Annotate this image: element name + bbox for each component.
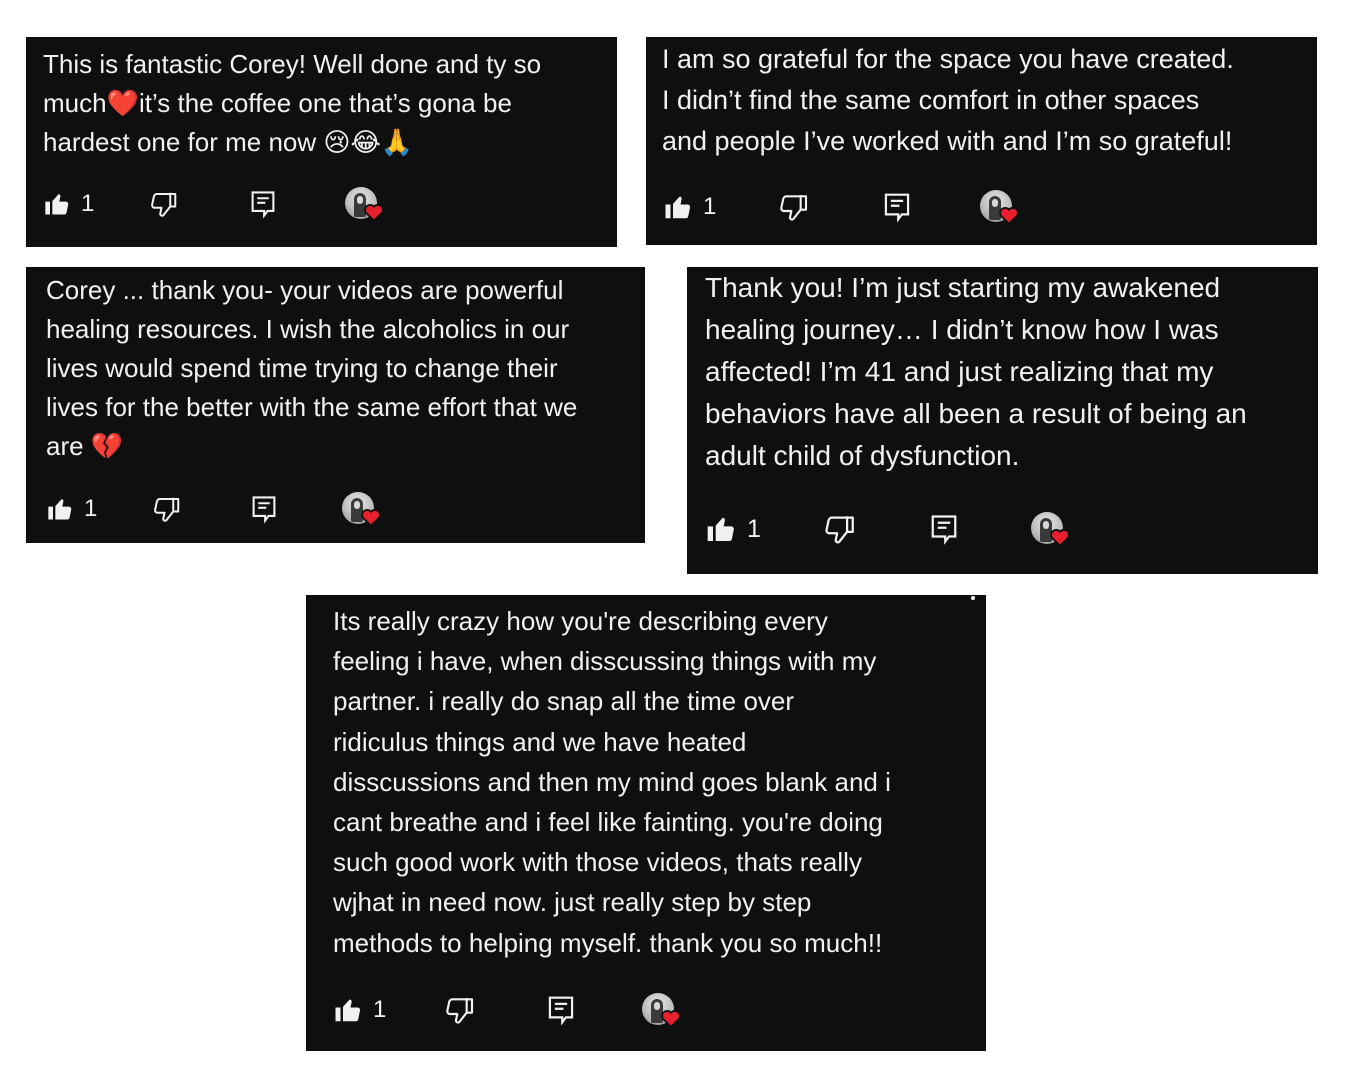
like-count: 1	[81, 190, 95, 217]
comment-line: behaviors have all been a result of bein…	[705, 398, 1247, 429]
comment-card-5: Its really crazy how you're describing e…	[306, 595, 986, 1051]
heart-icon	[1049, 527, 1071, 552]
comment-line: cant breathe and i feel like fainting. y…	[333, 807, 883, 838]
creator-heart-avatar[interactable]	[345, 187, 385, 222]
comment-line: wjhat in need now. just really step by s…	[333, 887, 812, 918]
comment-line: Corey ... thank you- your videos are pow…	[46, 275, 564, 305]
comment-line: This is fantastic Corey! Well done and t…	[43, 49, 542, 79]
thumbs-up-icon	[46, 495, 74, 523]
menu-dot	[971, 596, 975, 600]
comment-line: adult child of dysfunction.	[705, 440, 1020, 471]
reply-button[interactable]	[546, 994, 576, 1026]
comment-line: lives for the better with the same effor…	[46, 392, 578, 422]
comment-line: disscussions and then my mind goes blank…	[333, 766, 891, 797]
reply-button[interactable]	[250, 494, 278, 524]
comment-line: methods to helping myself. thank you so …	[333, 927, 883, 958]
thumbs-down-icon	[444, 994, 476, 1026]
reply-icon	[882, 191, 912, 223]
comment-line: are 💔	[46, 431, 124, 461]
heart-icon	[360, 507, 382, 532]
comment-text: Its really crazy how you're describing e…	[333, 601, 891, 963]
comment-line: Its really crazy how you're describing e…	[333, 606, 828, 636]
like-count: 1	[747, 514, 761, 543]
thumbs-up-icon	[43, 190, 71, 218]
comment-actions: 1	[43, 184, 385, 224]
comment-text: This is fantastic Corey! Well done and t…	[43, 45, 541, 162]
comment-line: Thank you! I’m just starting my awakened	[705, 272, 1221, 303]
creator-heart-avatar[interactable]	[1030, 512, 1070, 547]
comment-actions: 1	[705, 509, 1070, 549]
comment-line: ridiculus things and we have heated	[333, 726, 747, 757]
heart-icon	[660, 1008, 682, 1033]
creator-heart-avatar[interactable]	[342, 492, 382, 527]
comment-line: I didn’t find the same comfort in other …	[662, 85, 1200, 115]
comment-line: partner. i really do snap all the time o…	[333, 686, 795, 717]
comment-card-4: Thank you! I’m just starting my awakened…	[687, 267, 1318, 574]
dislike-button[interactable]	[444, 994, 476, 1026]
comment-line: healing resources. I wish the alcoholics…	[46, 314, 570, 344]
thumbs-down-icon	[152, 494, 182, 524]
creator-heart-avatar[interactable]	[980, 190, 1020, 225]
comment-line: affected! I’m 41 and just realizing that…	[705, 356, 1214, 387]
comment-actions: 1	[46, 489, 382, 529]
comment-actions: 1	[663, 187, 1020, 227]
comment-text: Corey ... thank you- your videos are pow…	[46, 271, 577, 466]
reply-icon	[546, 994, 576, 1026]
heart-icon	[363, 202, 385, 227]
like-button[interactable]: 1	[663, 192, 716, 222]
like-button[interactable]: 1	[46, 495, 97, 523]
like-count: 1	[84, 495, 98, 522]
thumbs-down-icon	[149, 189, 179, 219]
reply-button[interactable]	[882, 191, 912, 223]
thumbs-up-icon	[705, 513, 737, 545]
reply-icon	[250, 494, 278, 524]
comment-line: I am so grateful for the space you have …	[662, 44, 1234, 74]
comment-line: much❤️it’s the coffee one that’s gona be	[43, 88, 512, 118]
like-count: 1	[373, 996, 387, 1023]
dislike-button[interactable]	[778, 191, 810, 223]
like-button[interactable]: 1	[43, 190, 94, 218]
thumbs-up-icon	[663, 192, 693, 222]
comment-card-1: This is fantastic Corey! Well done and t…	[26, 37, 617, 247]
comment-text: I am so grateful for the space you have …	[662, 39, 1234, 162]
reply-button[interactable]	[249, 189, 277, 219]
thumbs-down-icon	[778, 191, 810, 223]
reply-icon	[249, 189, 277, 219]
dislike-button[interactable]	[152, 494, 182, 524]
comment-line: such good work with those videos, thats …	[333, 847, 862, 878]
thumbs-down-icon	[823, 512, 857, 546]
comment-text: Thank you! I’m just starting my awakened…	[705, 267, 1247, 477]
reply-icon	[929, 512, 959, 546]
comment-line: healing journey… I didn’t know how I was	[705, 314, 1219, 345]
comment-card-3: Corey ... thank you- your videos are pow…	[26, 267, 645, 543]
heart-icon	[998, 205, 1020, 230]
like-button[interactable]: 1	[333, 995, 386, 1025]
comment-line: feeling i have, when disscussing things …	[333, 646, 877, 677]
creator-heart-avatar[interactable]	[642, 993, 682, 1028]
comment-line: hardest one for me now 😢😂🙏	[43, 127, 414, 157]
comment-actions: 1	[333, 990, 682, 1030]
dislike-button[interactable]	[149, 189, 179, 219]
dislike-button[interactable]	[823, 512, 857, 546]
like-button[interactable]: 1	[705, 513, 761, 545]
thumbs-up-icon	[333, 995, 363, 1025]
comment-card-2: I am so grateful for the space you have …	[646, 37, 1317, 245]
reply-button[interactable]	[929, 512, 959, 546]
comment-line: lives would spend time trying to change …	[46, 353, 558, 383]
comment-line: and people I’ve worked with and I’m so g…	[662, 126, 1233, 156]
like-count: 1	[703, 193, 717, 220]
